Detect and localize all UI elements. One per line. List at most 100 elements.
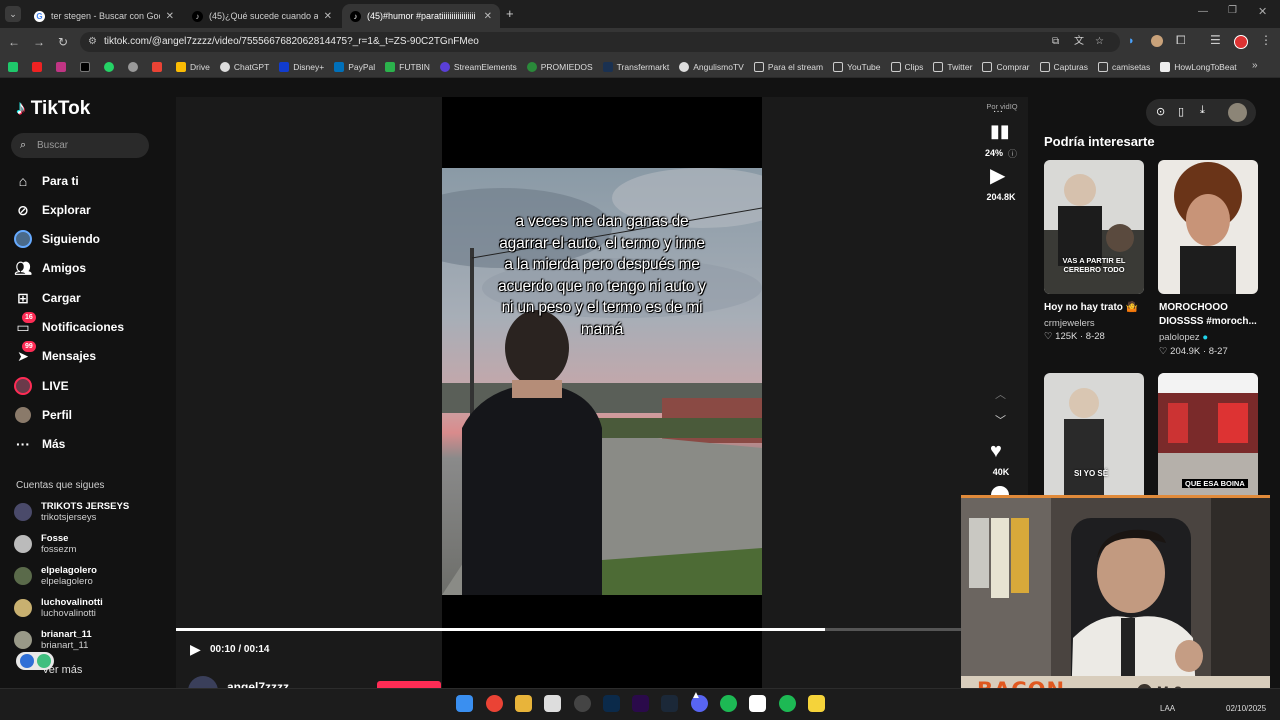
bookmark-disney[interactable]: Disney+	[279, 61, 324, 72]
input-language[interactable]: LAA	[1160, 704, 1175, 713]
bookmark-howlongtobeat[interactable]: HowLongToBeat	[1160, 61, 1237, 72]
nav-item-siguiendo[interactable]: Siguiendo	[14, 229, 100, 249]
nav-item-amigos[interactable]: 👥︎ Amigos	[14, 258, 86, 278]
suggestion-card[interactable]: QUE ESA BOINA	[1158, 373, 1258, 495]
bookmark-apple-icon[interactable]	[128, 61, 142, 72]
browser-tab-google[interactable]: G ter stegen - Buscar con Google ✕	[26, 4, 182, 28]
following-account[interactable]: TRIKOTS JERSEYS trikotsjerseys	[14, 501, 129, 523]
tiktok-logo[interactable]: ♪ TikTok	[16, 98, 90, 120]
extension-vidiq-icon[interactable]: ◗	[1128, 35, 1135, 47]
suggestion-card[interactable]	[1158, 160, 1258, 294]
more-options-icon[interactable]: ···	[993, 106, 1003, 117]
maximize-icon[interactable]: ❐	[1228, 5, 1237, 16]
minimize-icon[interactable]: —	[1198, 6, 1208, 17]
bookmark-whatsapp-icon[interactable]	[104, 61, 118, 72]
previous-video-icon[interactable]: ︿	[995, 386, 1006, 402]
bookmark-folder-youtube[interactable]: YouTube	[833, 61, 881, 72]
bookmark-x-icon[interactable]	[80, 61, 94, 72]
following-account[interactable]: luchovalinotti luchovalinotti	[14, 597, 103, 619]
bookmark-folder-comprar[interactable]: Comprar	[982, 61, 1030, 72]
nav-item-notificaciones[interactable]: ▭ 16 Notificaciones	[14, 312, 124, 337]
bookmark-instagram-icon[interactable]	[56, 61, 70, 72]
nav-item-explorar[interactable]: ⊘ Explorar	[14, 200, 91, 220]
install-icon[interactable]: ⧉	[1052, 32, 1059, 52]
photoshop-icon[interactable]	[603, 695, 620, 712]
spotify-secondary-icon[interactable]	[779, 695, 796, 712]
nav-item-para-ti[interactable]: ⌂ Para ti	[14, 171, 79, 191]
forward-icon[interactable]: →	[31, 34, 47, 50]
bookmark-futbin[interactable]: FUTBIN	[385, 61, 430, 72]
user-avatar[interactable]	[1228, 103, 1247, 122]
back-icon[interactable]: ←	[6, 34, 22, 50]
bookmark-streamelements[interactable]: StreamElements	[439, 61, 517, 72]
bookmark-youtube-icon[interactable]	[32, 61, 46, 72]
suggestion-title[interactable]: MOROCHOOO DIOSSSS #moroch...	[1159, 301, 1263, 329]
bookmark-folder-capturas[interactable]: Capturas	[1039, 61, 1088, 72]
bookmark-chatgpt[interactable]: ChatGPT	[219, 61, 269, 72]
settings-icon[interactable]: ⊙	[1156, 105, 1165, 118]
bookmark-transfermarkt[interactable]: Transfermarkt	[602, 61, 669, 72]
suggestion-user[interactable]: crmjewelers	[1044, 318, 1095, 329]
bookmark-drive[interactable]: Drive	[176, 61, 210, 72]
app-icon[interactable]	[544, 695, 561, 712]
nav-item-mensajes[interactable]: ➤ 99 Mensajes	[14, 341, 96, 366]
bookmark-paypal[interactable]: PayPal	[334, 61, 375, 72]
bookmark-folder-twitter[interactable]: Twitter	[933, 61, 972, 72]
bookmark-folder-camisetas[interactable]: camisetas	[1098, 61, 1150, 72]
close-window-icon[interactable]: ✕	[1258, 5, 1267, 18]
search-input[interactable]: ⌕ Buscar	[11, 133, 149, 158]
extensions-puzzle-icon[interactable]: ⧠	[1176, 33, 1186, 48]
file-explorer-icon[interactable]	[515, 695, 532, 712]
following-account[interactable]: elpelagolero elpelagolero	[14, 565, 97, 587]
extension-icon[interactable]	[1151, 35, 1163, 47]
browser-menu-icon[interactable]: ⋮	[1260, 33, 1272, 47]
next-video-icon[interactable]: ﹀	[995, 412, 1006, 428]
taskbar-date[interactable]: 02/10/2025	[1226, 704, 1266, 713]
spotify-icon[interactable]	[720, 695, 737, 712]
suggestion-user[interactable]: palolopez ●	[1159, 332, 1208, 343]
info-icon[interactable]: ⓘ	[1008, 147, 1017, 160]
bookmark-star-icon[interactable]: ☆	[1095, 32, 1104, 52]
chrome-icon[interactable]	[486, 695, 503, 712]
close-tab-icon[interactable]: ✕	[324, 11, 332, 22]
nav-item-perfil[interactable]: Perfil	[14, 405, 72, 425]
nav-item-cargar[interactable]: ⊞ Cargar	[14, 288, 81, 308]
following-account[interactable]: brianart_11 brianart_11	[14, 629, 92, 651]
bookmark-folder-stream[interactable]: Para el stream	[753, 61, 823, 72]
url-field[interactable]: ⚙ tiktok.com/@angel7zzzz/video/755566768…	[80, 32, 1120, 52]
sticky-notes-icon[interactable]	[808, 695, 825, 712]
phone-icon[interactable]: ▯	[1178, 105, 1184, 118]
new-tab-icon[interactable]: +	[506, 6, 514, 21]
media-control-icon[interactable]: ☰	[1210, 33, 1221, 47]
suggestion-card[interactable]: VAS A PARTIR EL CEREBRO TODO	[1044, 160, 1144, 294]
premiere-icon[interactable]	[632, 695, 649, 712]
play-icon[interactable]: ▶	[190, 641, 201, 658]
steam-icon[interactable]	[661, 695, 678, 712]
bookmark-folder-clips[interactable]: Clips	[890, 61, 923, 72]
obs-icon[interactable]	[574, 695, 591, 712]
close-tab-icon[interactable]: ✕	[484, 11, 492, 22]
nav-item-live[interactable]: LIVE	[14, 376, 69, 396]
like-heart-icon[interactable]: ♥	[990, 440, 1002, 463]
bookmark-promiedos[interactable]: PROMIEDOS	[526, 61, 593, 72]
vidiq-bars-icon[interactable]: ▮▮	[990, 121, 1010, 142]
suggestion-title[interactable]: Hoy no hay trato 🤷	[1044, 301, 1148, 315]
close-tab-icon[interactable]: ✕	[166, 11, 174, 22]
bookmark-icon-only[interactable]	[8, 61, 22, 72]
suggestion-card[interactable]: SI YO SÉ	[1044, 373, 1144, 495]
download-icon[interactable]: ⤓	[1200, 104, 1205, 117]
bookmark-angulismotv[interactable]: AngulismoTV	[679, 61, 744, 72]
browser-tab-tiktok-1[interactable]: ♪ (45)¿Qué sucede cuando a me ✕	[184, 4, 340, 28]
reload-icon[interactable]: ↻	[55, 34, 71, 50]
browser-tab-tiktok-active[interactable]: ♪ (45)#humor #paratiiiiiiiiiiiiiiiii ✕	[342, 4, 500, 28]
bookmark-gmail-icon[interactable]	[152, 61, 166, 72]
nav-item-mas[interactable]: ··· Más	[14, 434, 65, 454]
site-info-icon[interactable]: ⚙	[88, 32, 97, 52]
notion-icon[interactable]	[749, 695, 766, 712]
bookmarks-overflow-icon[interactable]: »	[1252, 60, 1258, 71]
profile-avatar-icon[interactable]	[1234, 35, 1248, 49]
tab-list-icon[interactable]: ⌄	[5, 6, 21, 22]
translate-icon[interactable]: 文	[1074, 32, 1084, 52]
windows-start-icon[interactable]	[456, 695, 473, 712]
following-account[interactable]: Fosse fossezm	[14, 533, 76, 555]
